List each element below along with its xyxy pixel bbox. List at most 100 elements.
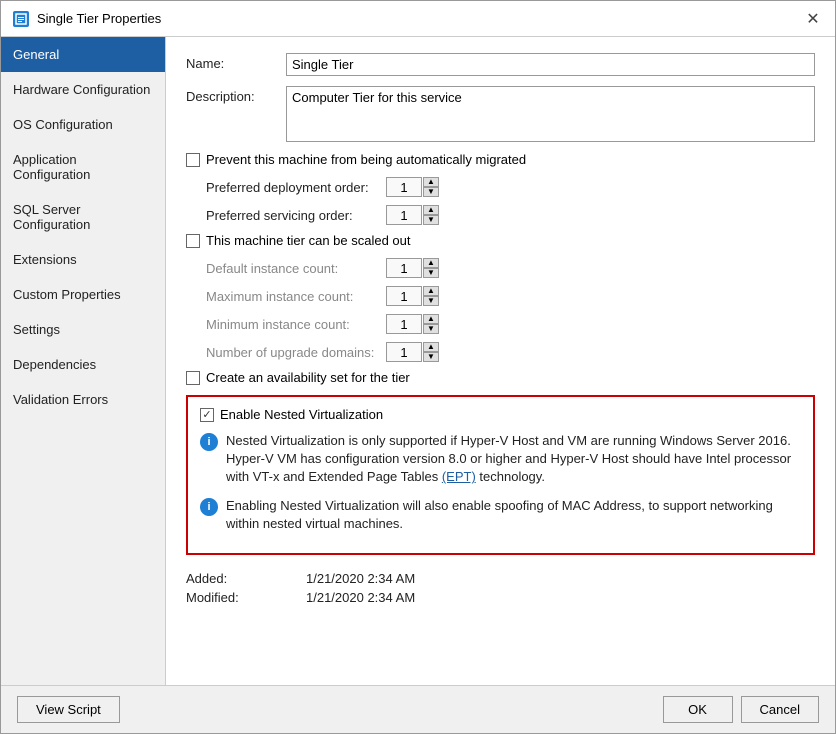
- prevent-migrate-checkbox[interactable]: [186, 153, 200, 167]
- title-bar-left: Single Tier Properties: [13, 11, 161, 27]
- checkmark-icon: ✓: [202, 408, 211, 421]
- availability-set-label: Create an availability set for the tier: [206, 370, 410, 385]
- min-instance-row: Minimum instance count: ▲ ▼: [206, 314, 815, 334]
- servicing-order-label: Preferred servicing order:: [206, 208, 386, 223]
- deployment-order-label: Preferred deployment order:: [206, 180, 386, 195]
- modified-row: Modified: 1/21/2020 2:34 AM: [186, 590, 815, 605]
- sidebar-item-settings[interactable]: Settings: [1, 312, 165, 347]
- added-value: 1/21/2020 2:34 AM: [306, 571, 415, 586]
- sidebar-item-validation[interactable]: Validation Errors: [1, 382, 165, 417]
- dialog-icon: [13, 11, 29, 27]
- min-instance-spinner: ▲ ▼: [386, 314, 439, 334]
- min-instance-input[interactable]: [386, 314, 422, 334]
- ept-link[interactable]: (EPT): [442, 469, 476, 484]
- max-instance-down[interactable]: ▼: [423, 296, 439, 306]
- sidebar: General Hardware Configuration OS Config…: [1, 37, 166, 685]
- footer-left: View Script: [17, 696, 120, 723]
- info-icon-2: i: [200, 498, 218, 516]
- modified-label: Modified:: [186, 590, 306, 605]
- enable-nested-checkbox[interactable]: ✓: [200, 408, 214, 422]
- sidebar-item-custom[interactable]: Custom Properties: [1, 277, 165, 312]
- servicing-order-down[interactable]: ▼: [423, 215, 439, 225]
- sidebar-item-general[interactable]: General: [1, 37, 165, 72]
- nested-virtualization-section: ✓ Enable Nested Virtualization i Nested …: [186, 395, 815, 555]
- title-bar: Single Tier Properties ✕: [1, 1, 835, 37]
- min-instance-buttons: ▲ ▼: [423, 314, 439, 334]
- enable-nested-row: ✓ Enable Nested Virtualization: [200, 407, 801, 422]
- scale-out-row: This machine tier can be scaled out: [186, 233, 815, 248]
- view-script-button[interactable]: View Script: [17, 696, 120, 723]
- info-block-1: i Nested Virtualization is only supporte…: [200, 432, 801, 487]
- deployment-order-down[interactable]: ▼: [423, 187, 439, 197]
- default-instance-row: Default instance count: ▲ ▼: [206, 258, 815, 278]
- max-instance-up[interactable]: ▲: [423, 286, 439, 296]
- upgrade-domains-buttons: ▲ ▼: [423, 342, 439, 362]
- name-row: Name:: [186, 53, 815, 76]
- info-text-1: Nested Virtualization is only supported …: [226, 432, 801, 487]
- deployment-order-buttons: ▲ ▼: [423, 177, 439, 197]
- info-icon-1: i: [200, 433, 218, 451]
- main-content: Name: Description: Computer Tier for thi…: [166, 37, 835, 685]
- upgrade-domains-input[interactable]: [386, 342, 422, 362]
- upgrade-domains-row: Number of upgrade domains: ▲ ▼: [206, 342, 815, 362]
- sidebar-item-os[interactable]: OS Configuration: [1, 107, 165, 142]
- deployment-order-row: Preferred deployment order: ▲ ▼: [206, 177, 815, 197]
- min-instance-up[interactable]: ▲: [423, 314, 439, 324]
- meta-section: Added: 1/21/2020 2:34 AM Modified: 1/21/…: [186, 571, 815, 605]
- default-instance-down[interactable]: ▼: [423, 268, 439, 278]
- scale-out-label: This machine tier can be scaled out: [206, 233, 411, 248]
- upgrade-domains-spinner: ▲ ▼: [386, 342, 439, 362]
- availability-set-checkbox[interactable]: [186, 371, 200, 385]
- dialog-body: General Hardware Configuration OS Config…: [1, 37, 835, 685]
- info-text-2: Enabling Nested Virtualization will also…: [226, 497, 801, 533]
- dialog-title: Single Tier Properties: [37, 11, 161, 26]
- footer-right: OK Cancel: [663, 696, 819, 723]
- max-instance-input[interactable]: [386, 286, 422, 306]
- close-button[interactable]: ✕: [803, 9, 823, 29]
- ok-button[interactable]: OK: [663, 696, 733, 723]
- servicing-order-buttons: ▲ ▼: [423, 205, 439, 225]
- added-label: Added:: [186, 571, 306, 586]
- default-instance-label: Default instance count:: [206, 261, 386, 276]
- deployment-order-spinner: ▲ ▼: [386, 177, 439, 197]
- upgrade-domains-down[interactable]: ▼: [423, 352, 439, 362]
- default-instance-buttons: ▲ ▼: [423, 258, 439, 278]
- prevent-migrate-label: Prevent this machine from being automati…: [206, 152, 526, 167]
- sidebar-item-sql[interactable]: SQL Server Configuration: [1, 192, 165, 242]
- info-block-2: i Enabling Nested Virtualization will al…: [200, 497, 801, 533]
- desc-input[interactable]: Computer Tier for this service: [286, 86, 815, 142]
- upgrade-domains-up[interactable]: ▲: [423, 342, 439, 352]
- dialog-footer: View Script OK Cancel: [1, 685, 835, 733]
- servicing-order-row: Preferred servicing order: ▲ ▼: [206, 205, 815, 225]
- max-instance-label: Maximum instance count:: [206, 289, 386, 304]
- default-instance-up[interactable]: ▲: [423, 258, 439, 268]
- sidebar-item-hardware[interactable]: Hardware Configuration: [1, 72, 165, 107]
- default-instance-spinner: ▲ ▼: [386, 258, 439, 278]
- max-instance-row: Maximum instance count: ▲ ▼: [206, 286, 815, 306]
- sidebar-item-app[interactable]: Application Configuration: [1, 142, 165, 192]
- modified-value: 1/21/2020 2:34 AM: [306, 590, 415, 605]
- name-input[interactable]: [286, 53, 815, 76]
- servicing-order-input[interactable]: [386, 205, 422, 225]
- max-instance-buttons: ▲ ▼: [423, 286, 439, 306]
- deployment-order-up[interactable]: ▲: [423, 177, 439, 187]
- deployment-order-input[interactable]: [386, 177, 422, 197]
- prevent-migrate-row: Prevent this machine from being automati…: [186, 152, 815, 167]
- enable-nested-label: Enable Nested Virtualization: [220, 407, 383, 422]
- sidebar-item-extensions[interactable]: Extensions: [1, 242, 165, 277]
- desc-label: Description:: [186, 86, 286, 104]
- upgrade-domains-label: Number of upgrade domains:: [206, 345, 386, 360]
- cancel-button[interactable]: Cancel: [741, 696, 819, 723]
- default-instance-input[interactable]: [386, 258, 422, 278]
- dialog-window: Single Tier Properties ✕ General Hardwar…: [0, 0, 836, 734]
- servicing-order-spinner: ▲ ▼: [386, 205, 439, 225]
- sidebar-item-dependencies[interactable]: Dependencies: [1, 347, 165, 382]
- min-instance-down[interactable]: ▼: [423, 324, 439, 334]
- servicing-order-up[interactable]: ▲: [423, 205, 439, 215]
- min-instance-label: Minimum instance count:: [206, 317, 386, 332]
- scale-out-checkbox[interactable]: [186, 234, 200, 248]
- max-instance-spinner: ▲ ▼: [386, 286, 439, 306]
- availability-set-row: Create an availability set for the tier: [186, 370, 815, 385]
- desc-row: Description: Computer Tier for this serv…: [186, 86, 815, 142]
- name-label: Name:: [186, 53, 286, 71]
